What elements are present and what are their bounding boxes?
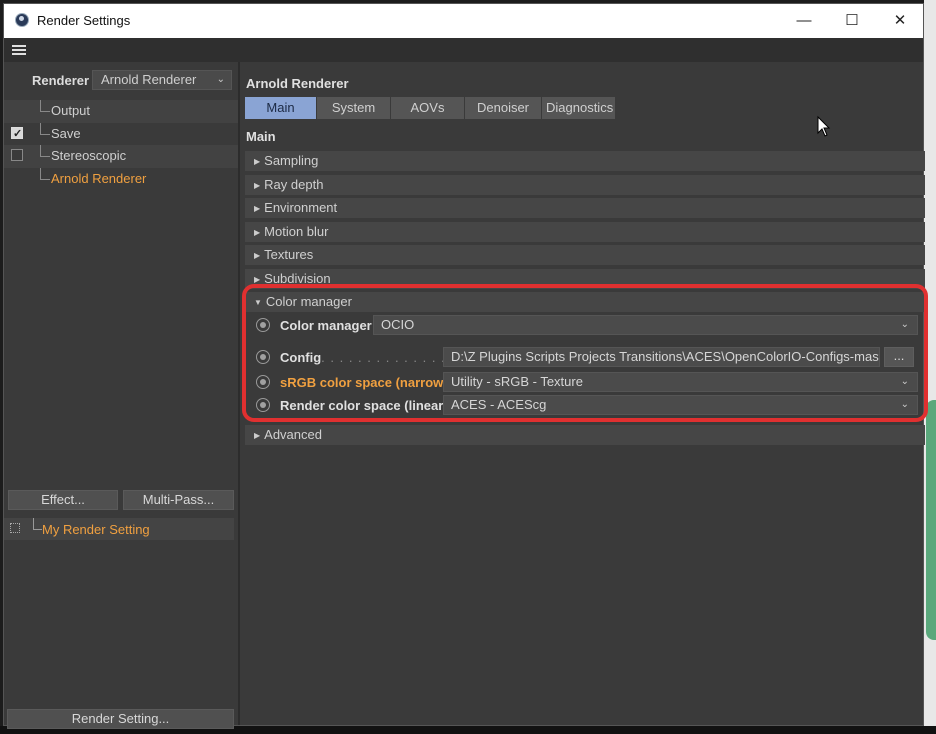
- expand-triangle-icon: ▶: [254, 204, 261, 213]
- close-button[interactable]: ✕: [886, 10, 914, 32]
- expand-triangle-icon: ▶: [254, 227, 261, 237]
- color-manager-label: Color manager: [280, 318, 372, 333]
- animation-radio-icon[interactable]: [256, 350, 270, 364]
- render-color-space-row: Render color space (linear) ACES - ACESc…: [252, 395, 918, 416]
- chevron-down-icon: ⌄: [900, 376, 909, 387]
- renderer-dropdown[interactable]: Arnold Renderer ⌄: [92, 70, 232, 90]
- group-ray-depth[interactable]: ▶ Ray depth: [245, 174, 925, 195]
- menu-bar: [4, 38, 923, 62]
- render-setting-icon: [10, 523, 20, 533]
- animation-radio-icon[interactable]: [256, 318, 270, 332]
- tab-denoiser[interactable]: Denoiser: [465, 97, 542, 119]
- tab-diagnostics[interactable]: Diagnostics: [542, 97, 616, 119]
- expand-triangle-icon: ▶: [254, 251, 261, 260]
- tab-bar: Main System AOVs Denoiser Diagnostics: [245, 97, 616, 119]
- mouse-cursor-icon: [817, 115, 831, 137]
- group-subdivision[interactable]: ▶ Subdivision: [245, 268, 925, 289]
- background-object: [926, 400, 936, 640]
- config-label: Config. . . . . . . . . . . . . . . .: [280, 350, 464, 365]
- renderer-row: Renderer Arnold Renderer ⌄: [4, 68, 238, 92]
- title-bar[interactable]: Render Settings — ☐ ✕: [4, 4, 923, 38]
- section-title: Main: [246, 129, 276, 144]
- srgb-color-space-value: Utility - sRGB - Texture: [451, 374, 583, 389]
- hamburger-menu-icon[interactable]: [12, 45, 26, 55]
- group-label: Color manager: [265, 294, 352, 309]
- window-title: Render Settings: [37, 13, 131, 28]
- effect-button[interactable]: Effect...: [8, 490, 118, 510]
- tree-branch-line: [33, 518, 42, 530]
- expand-triangle-icon: ▶: [254, 431, 261, 440]
- chevron-down-icon: ⌄: [900, 319, 909, 330]
- tab-system[interactable]: System: [317, 97, 391, 119]
- render-color-space-dropdown[interactable]: ACES - ACEScg ⌄: [443, 395, 918, 415]
- save-checkbox[interactable]: [11, 123, 23, 145]
- render-color-space-value: ACES - ACEScg: [451, 397, 547, 412]
- renderer-label: Renderer: [32, 73, 90, 88]
- right-panel: Arnold Renderer Main System AOVs Denoise…: [240, 62, 925, 725]
- group-label: Subdivision: [264, 270, 331, 286]
- color-manager-dropdown[interactable]: OCIO ⌄: [373, 315, 918, 335]
- group-motion-blur[interactable]: ▶ Motion blur: [245, 221, 925, 242]
- config-path-value: D:\Z Plugins Scripts Projects Transition…: [451, 349, 880, 364]
- render-color-space-label: Render color space (linear): [280, 398, 448, 413]
- tree-item-label: Stereoscopic: [51, 148, 127, 163]
- tree-branch-line: [40, 122, 50, 135]
- group-label: Sampling: [264, 153, 319, 168]
- collapse-triangle-icon: ▼: [254, 298, 262, 307]
- group-advanced[interactable]: ▶ Advanced: [245, 425, 925, 445]
- tab-main[interactable]: Main: [245, 97, 317, 119]
- group-sampling[interactable]: ▶ Sampling: [245, 151, 925, 171]
- render-setting-button[interactable]: Render Setting...: [7, 709, 234, 729]
- panel-title: Arnold Renderer: [246, 76, 349, 91]
- expand-triangle-icon: ▶: [254, 180, 261, 190]
- maximize-button[interactable]: ☐: [838, 10, 866, 32]
- tree-item-save[interactable]: Save: [4, 122, 238, 146]
- group-environment[interactable]: ▶ Environment: [245, 198, 925, 218]
- group-label: Motion blur: [264, 223, 329, 239]
- group-label: Ray depth: [264, 176, 324, 192]
- stereoscopic-checkbox[interactable]: [11, 149, 23, 161]
- tree-branch-line: [40, 145, 50, 157]
- color-manager-row: Color manager OCIO ⌄: [252, 315, 918, 336]
- tree-item-stereoscopic[interactable]: Stereoscopic: [4, 145, 238, 168]
- tab-aovs[interactable]: AOVs: [391, 97, 465, 119]
- config-row: Config. . . . . . . . . . . . . . . . D:…: [252, 347, 918, 368]
- render-setting-name: My Render Setting: [42, 522, 150, 537]
- browse-button[interactable]: ...: [884, 347, 914, 367]
- animation-radio-icon[interactable]: [256, 398, 270, 412]
- color-manager-value: OCIO: [381, 317, 415, 332]
- group-label: Textures: [264, 247, 314, 262]
- chevron-down-icon: ⌄: [900, 399, 909, 410]
- expand-triangle-icon: ▶: [254, 157, 261, 166]
- group-textures[interactable]: ▶ Textures: [245, 245, 925, 265]
- tree-branch-line: [40, 100, 50, 112]
- tree-item-label: Output: [51, 103, 91, 118]
- config-path-field[interactable]: D:\Z Plugins Scripts Projects Transition…: [443, 347, 880, 367]
- minimize-button[interactable]: —: [790, 10, 818, 32]
- multi-pass-button[interactable]: Multi-Pass...: [123, 490, 234, 510]
- config-label-text: Config: [280, 350, 322, 365]
- tree-item-output[interactable]: Output: [4, 100, 238, 123]
- tree-branch-line: [40, 167, 50, 180]
- srgb-color-space-dropdown[interactable]: Utility - sRGB - Texture ⌄: [443, 372, 918, 392]
- group-color-manager[interactable]: ▼ Color manager: [245, 292, 925, 312]
- render-setting-item[interactable]: My Render Setting: [4, 518, 234, 540]
- render-settings-window: Render Settings — ☐ ✕ Renderer Arnold Re…: [3, 3, 925, 729]
- tree-item-arnold-renderer[interactable]: Arnold Renderer: [4, 167, 238, 191]
- group-label: Advanced: [264, 427, 322, 442]
- srgb-color-space-label: sRGB color space (narrow): [280, 375, 448, 390]
- srgb-row: sRGB color space (narrow) Utility - sRGB…: [252, 372, 918, 393]
- chevron-down-icon: ⌄: [216, 74, 225, 85]
- group-label: Environment: [264, 200, 338, 215]
- tree-item-label: Arnold Renderer: [51, 170, 147, 186]
- left-panel: Renderer Arnold Renderer ⌄ Output Save S…: [4, 62, 240, 729]
- cinema4d-app-icon: [15, 13, 29, 27]
- renderer-dropdown-value: Arnold Renderer: [101, 72, 197, 87]
- expand-triangle-icon: ▶: [254, 274, 261, 284]
- animation-radio-icon[interactable]: [256, 375, 270, 389]
- settings-tree: Output Save Stereoscopic Arnold Renderer: [4, 100, 238, 190]
- tree-item-label: Save: [51, 125, 81, 141]
